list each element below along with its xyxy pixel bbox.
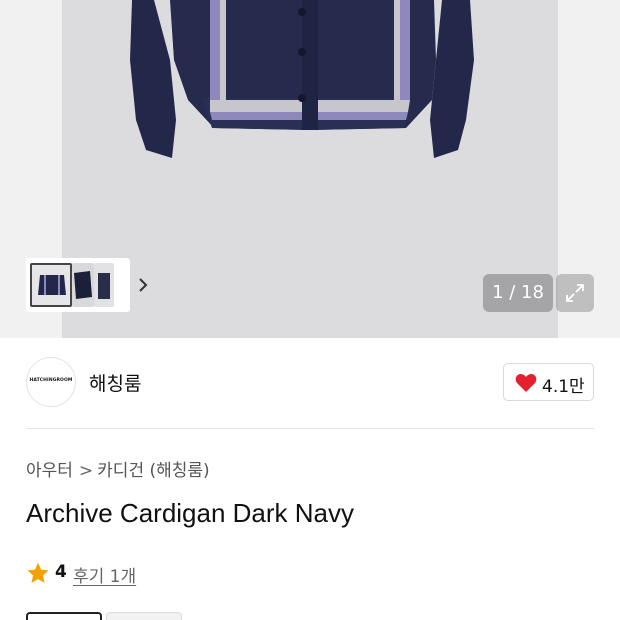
breadcrumb-separator: >: [78, 461, 94, 481]
option-chip-selected[interactable]: [26, 612, 102, 620]
thumbnail-side[interactable]: [72, 263, 94, 307]
expand-icon: [566, 284, 584, 302]
heart-icon: [515, 374, 537, 392]
like-button[interactable]: 4.1만: [503, 363, 594, 401]
thumbnail-front[interactable]: [30, 263, 72, 307]
product-image-gallery[interactable]: 1 / 18: [0, 0, 620, 338]
like-count: 4.1만: [542, 377, 585, 397]
divider: [26, 428, 594, 429]
chevron-right-icon[interactable]: [136, 275, 150, 295]
seller-logo[interactable]: HATCHINGROOM: [26, 357, 76, 407]
breadcrumb: 아우터 > 카디건 (해칭룸): [26, 456, 210, 481]
breadcrumb-subcategory[interactable]: 카디건 (해칭룸): [97, 461, 210, 481]
reviews-link[interactable]: 후기 1개: [73, 562, 136, 587]
seller-row: HATCHINGROOM 해칭룸 4.1만: [26, 357, 594, 409]
seller-name[interactable]: 해칭룸: [89, 369, 141, 396]
star-icon: [27, 562, 49, 583]
breadcrumb-category[interactable]: 아우터: [26, 461, 73, 481]
seller-logo-text: HATCHINGROOM: [29, 378, 73, 383]
expand-button[interactable]: [556, 274, 594, 312]
product-title: Archive Cardigan Dark Navy: [26, 498, 355, 528]
thumbnail-strip: [26, 258, 148, 312]
thumbnail-detail[interactable]: [94, 263, 114, 307]
option-chip[interactable]: [106, 612, 182, 620]
rating-score: 4: [55, 562, 67, 582]
image-page-counter: 1 / 18: [483, 274, 553, 312]
